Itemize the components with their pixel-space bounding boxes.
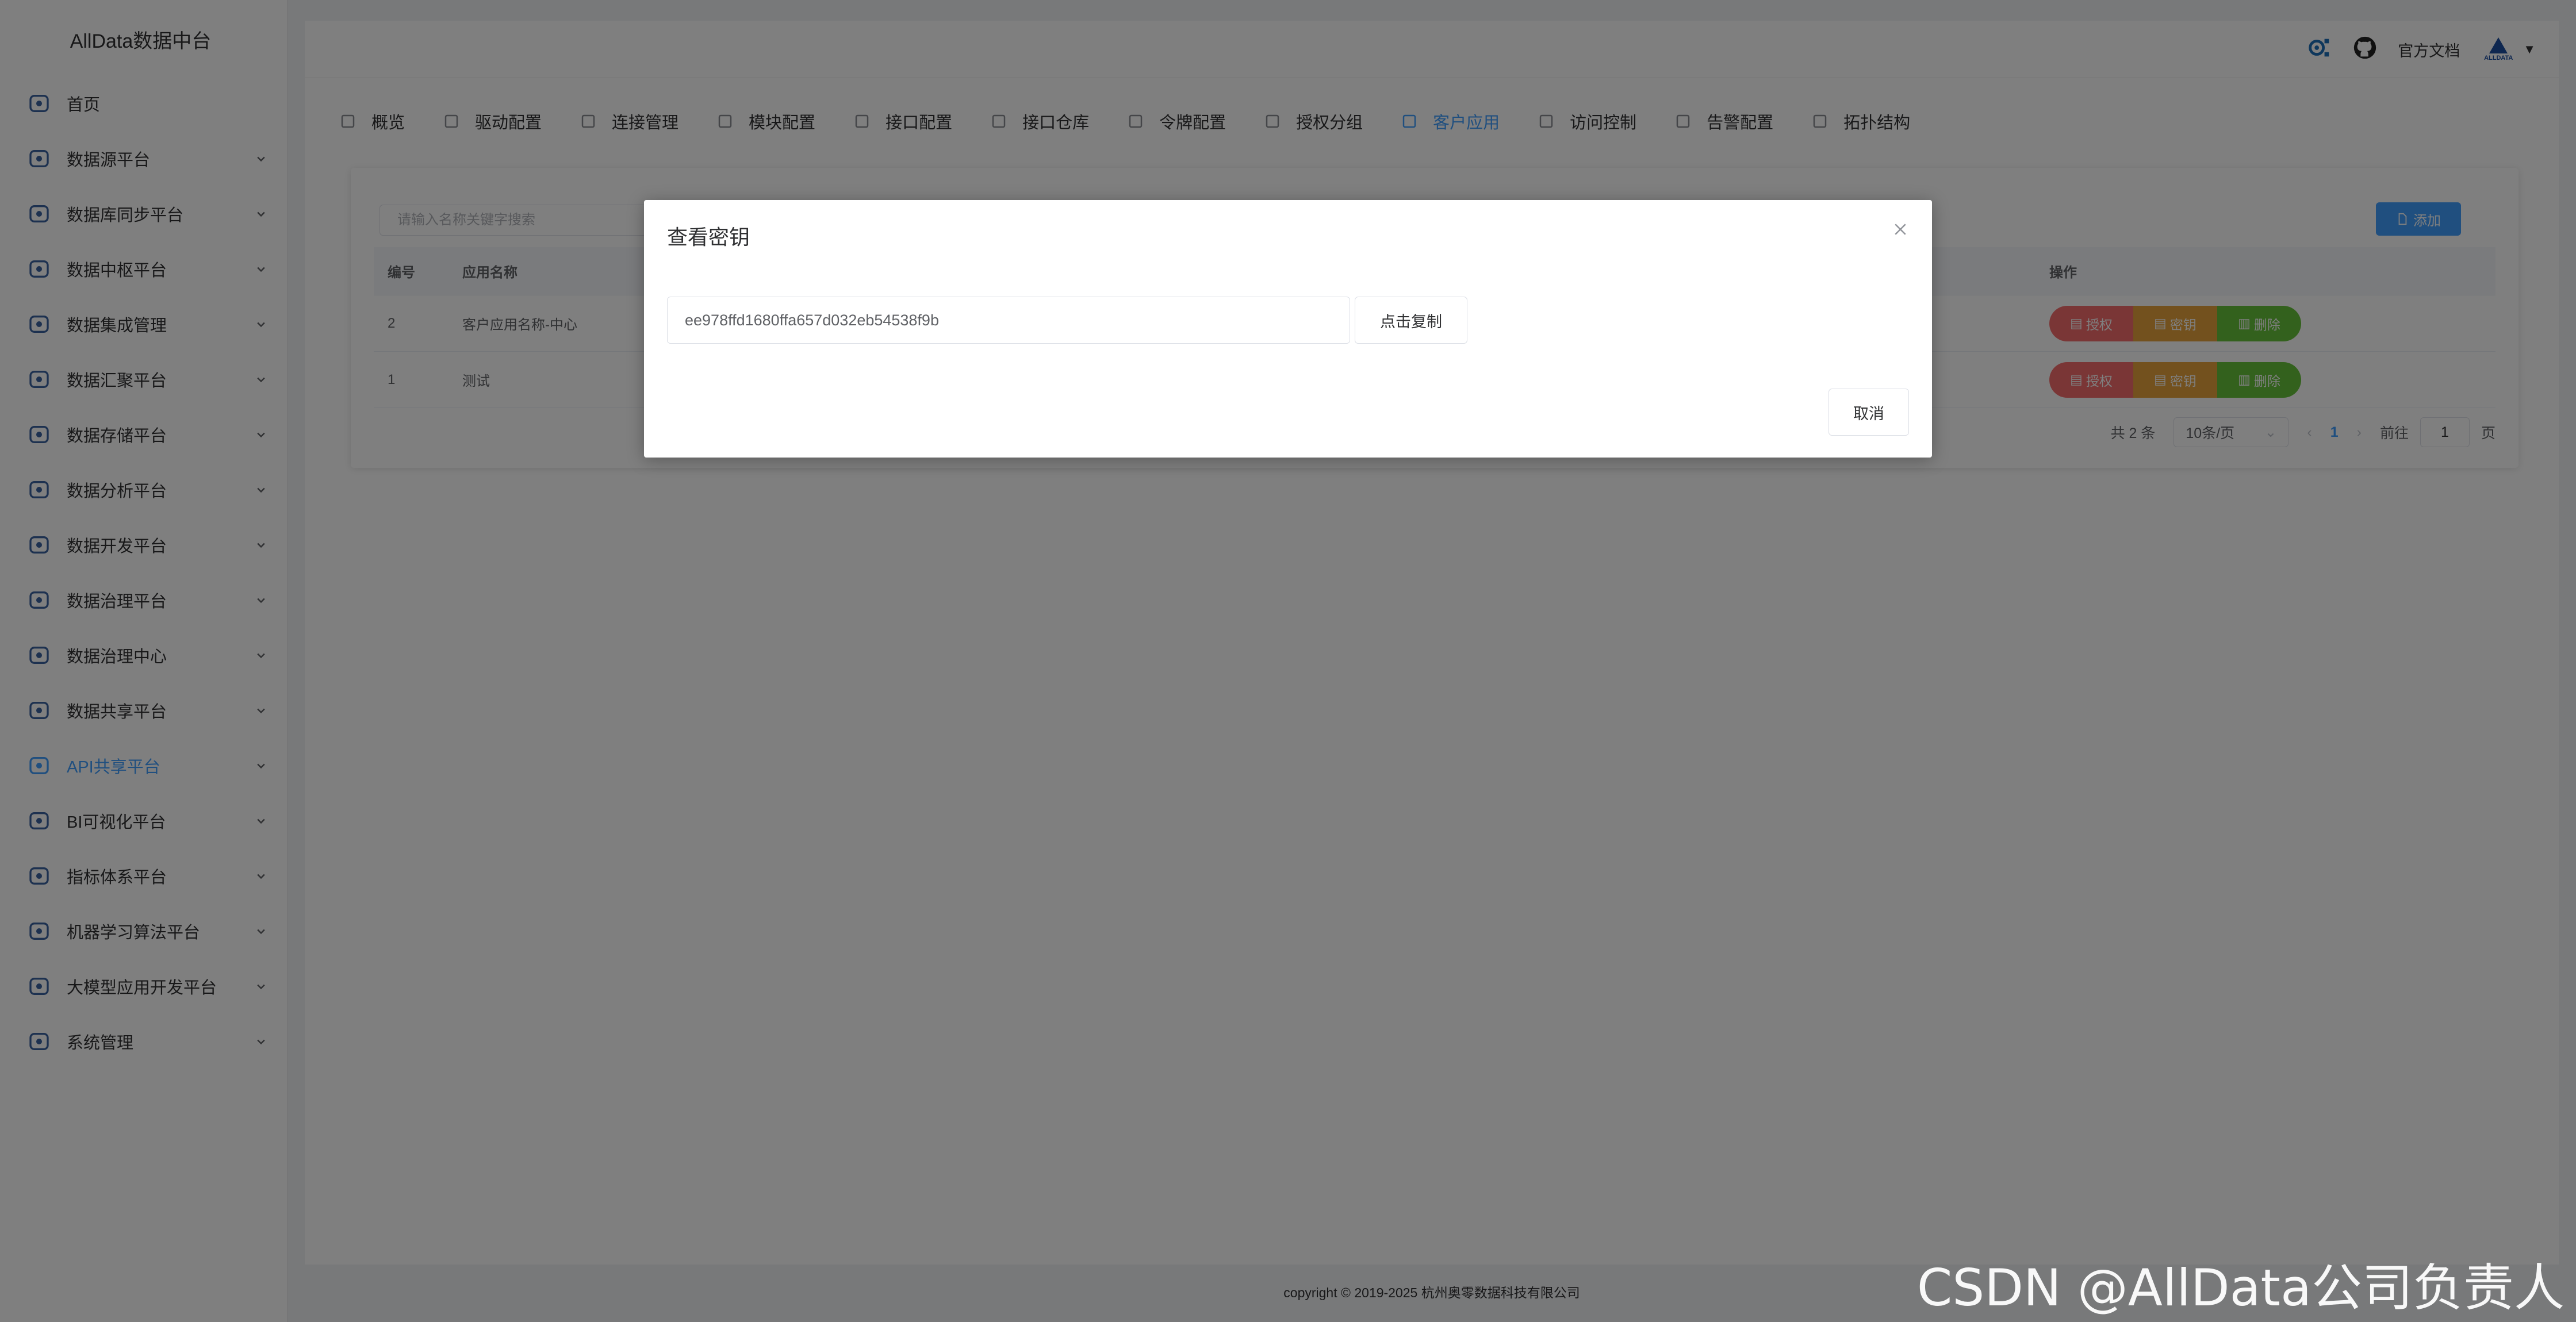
secret-key-field[interactable]: ee978ffd1680ffa657d032eb54538f9b [667, 297, 1350, 344]
copy-button[interactable]: 点击复制 [1355, 297, 1467, 344]
modal-overlay[interactable] [0, 0, 2576, 1322]
view-secret-dialog: 查看密钥 ee978ffd1680ffa657d032eb54538f9b 点击… [644, 200, 1932, 458]
watermark: CSDN @AllData公司负责人 [1916, 1258, 2564, 1317]
cancel-button[interactable]: 取消 [1828, 389, 1909, 436]
close-icon[interactable] [1892, 221, 1909, 238]
dialog-title: 查看密钥 [667, 225, 750, 249]
